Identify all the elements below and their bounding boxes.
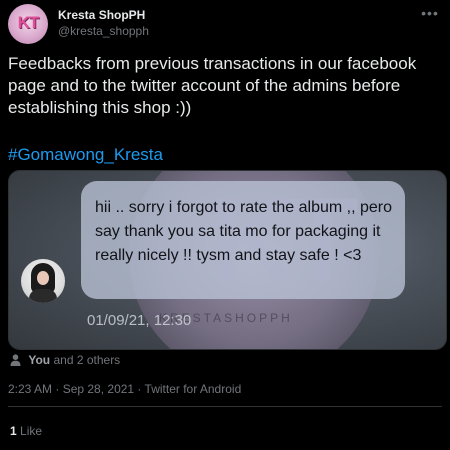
avatar-face: [37, 271, 49, 285]
avatar-logo-text: KT: [17, 13, 40, 32]
likes-label: Like: [20, 424, 43, 438]
author-names: Kresta ShopPH @kresta_shopph: [58, 7, 149, 39]
avatar-shirt: [29, 289, 57, 303]
tweet: KT Kresta ShopPH @kresta_shopph ••• Feed…: [0, 0, 450, 450]
author-display-name[interactable]: Kresta ShopPH: [58, 7, 149, 23]
author-avatar[interactable]: KT: [8, 4, 48, 44]
more-options-icon[interactable]: •••: [420, 6, 440, 22]
likes-number: 1: [10, 424, 17, 438]
chat-message-text: hii .. sorry i forgot to rate the album …: [95, 199, 393, 264]
tweet-timestamp[interactable]: 2:23 AM · Sep 28, 2021 · Twitter for And…: [8, 382, 241, 396]
liked-by-others[interactable]: and 2 others: [53, 353, 120, 367]
tweet-header: KT Kresta ShopPH @kresta_shopph •••: [8, 4, 442, 44]
divider: [8, 406, 442, 407]
chat-timestamp: 01/09/21, 12:30: [87, 312, 192, 329]
author-handle[interactable]: @kresta_shopph: [58, 23, 149, 39]
tweet-media-image[interactable]: KT KRESTASHOPPH hii .. sorry i forgot to…: [8, 170, 447, 350]
chat-sender-avatar: [21, 259, 65, 303]
person-icon: [10, 354, 21, 369]
liked-by-you[interactable]: You: [28, 353, 50, 367]
liked-by-row[interactable]: You and 2 others: [10, 353, 120, 369]
tweet-text: Feedbacks from previous transactions in …: [8, 54, 421, 117]
hashtag-link[interactable]: #Gomawong_Kresta: [8, 145, 163, 165]
likes-count[interactable]: 1 Like: [10, 424, 42, 438]
